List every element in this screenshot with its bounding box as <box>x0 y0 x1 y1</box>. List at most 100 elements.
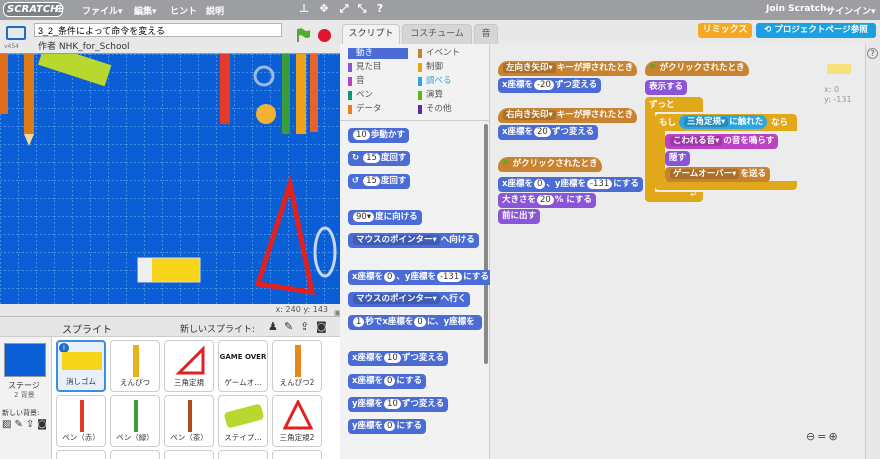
sprite-tile-row3-3[interactable] <box>164 450 214 459</box>
sprite-tile-pencil2[interactable]: えんぴつ2 <box>272 340 322 392</box>
category-operators[interactable]: 演算 <box>418 90 478 101</box>
zoom-controls: ⊖=⊕ <box>806 430 840 443</box>
category-pen[interactable]: ペン <box>348 90 408 101</box>
menu-hint[interactable]: ヒント <box>170 4 197 17</box>
script-area[interactable]: 左向き矢印▾ キーが押されたとき x座標を -20 ずつ変える 右向き矢印▾ キーが押さ… <box>490 44 865 459</box>
menu-about[interactable]: 説明 <box>206 4 224 17</box>
sprite-tile-red-pen[interactable]: ペン（赤） <box>56 395 106 447</box>
green-flag-icon: ⚑ <box>502 159 513 169</box>
join-scratch-link[interactable]: Join Scratch <box>766 4 827 14</box>
zoom-out-icon[interactable]: ⊖ <box>806 430 817 443</box>
stage-thumbnail[interactable] <box>4 343 46 377</box>
block-show[interactable]: 表示する <box>645 80 688 95</box>
remix-button[interactable]: リミックス <box>698 23 752 38</box>
fullscreen-icon[interactable] <box>6 26 26 40</box>
signin-link[interactable]: サインイン▾ <box>826 4 876 17</box>
palette-scrollbar[interactable] <box>484 124 488 364</box>
block-point-towards[interactable]: マウスのポインター▾ へ向ける <box>348 233 479 248</box>
tab-scripts[interactable]: スクリプト <box>342 24 400 44</box>
project-page-button[interactable]: ⟲ プロジェクトページ参照 <box>756 23 876 38</box>
category-sound[interactable]: 音 <box>348 76 408 87</box>
block-change-x[interactable]: x座標を 10 ずつ変える <box>348 351 449 366</box>
pencil-sprite-1 <box>0 54 8 114</box>
zoom-reset-icon[interactable]: = <box>817 430 828 443</box>
category-control[interactable]: 制御 <box>418 62 478 73</box>
hat-right-arrow-key[interactable]: 右向き矢印▾ キーが押されたとき <box>498 108 638 123</box>
touching-condition[interactable]: 三角定規▾ に触れた <box>679 115 768 129</box>
menu-bar: SCRATCH ⊕ ファイル▾ 編集▾ ヒント 説明 ⊥ ✥ ⤢ ⤡ ? Joi… <box>0 0 880 20</box>
backdrop-tools-icons[interactable]: ▨✎⇪◙ <box>2 419 50 430</box>
sprite-tile-pencil[interactable]: えんぴつ <box>110 340 160 392</box>
block-goto[interactable]: マウスのポインター▾ へ行く <box>348 292 471 307</box>
rotate-left-icon: ↺ <box>352 176 363 186</box>
block-goto-xy[interactable]: x座標を 0 、y座標を -131 にする <box>348 270 493 285</box>
sprite-tile-row3-1[interactable] <box>56 450 106 459</box>
paint-icon[interactable]: ✎ <box>284 320 293 333</box>
block-forever[interactable]: ずっと <box>645 97 703 112</box>
globe-icon[interactable]: ⊕ <box>54 3 66 15</box>
category-sensing[interactable]: 調べる <box>418 76 478 87</box>
block-turn-left[interactable]: ↺ 15 度回す <box>348 174 411 189</box>
sprite-tile-stapler[interactable]: ステイプ… <box>218 395 268 447</box>
stamp-icon[interactable]: ⊥ <box>298 3 310 15</box>
sprite-tile-row3-2[interactable] <box>110 450 160 459</box>
block-move-steps[interactable]: 10 歩動かす <box>348 128 409 143</box>
category-events[interactable]: イベント <box>418 48 478 59</box>
block-turn-right[interactable]: ↻ 15 度回す <box>348 151 411 166</box>
help-icon[interactable]: ? <box>374 3 386 15</box>
zoom-in-icon[interactable]: ⊕ <box>828 430 839 443</box>
category-looks[interactable]: 見た目 <box>348 62 408 73</box>
hat-green-flag-2[interactable]: ⚑ がクリックされたとき <box>645 61 749 76</box>
cut-icon[interactable]: ✥ <box>318 3 330 15</box>
project-page-label: プロジェクトページ参照 <box>774 25 868 35</box>
block-goto-xy-script[interactable]: x座標を 0 、y座標を -131 にする <box>498 177 643 192</box>
camera-icon[interactable]: ◙ <box>316 320 327 333</box>
sprite-tile-triangle2[interactable]: 三角定規2 <box>272 395 322 447</box>
grow-icon[interactable]: ⤢ <box>338 3 350 15</box>
editor-tabs: スクリプト コスチューム 音 リミックス ⟲ プロジェクトページ参照 <box>340 20 880 44</box>
block-glide[interactable]: 1 秒でx座標を 0 に、y座標を <box>348 315 482 330</box>
help-icon[interactable]: ? <box>867 48 878 59</box>
block-if[interactable]: もし 三角定規▾ に触れた なら <box>655 114 797 131</box>
block-hide[interactable]: 隠す <box>665 151 691 166</box>
category-motion[interactable]: 動き <box>348 48 408 59</box>
new-sprite-label: 新しいスプライト: <box>180 325 256 335</box>
sprite-tile-row3-5[interactable] <box>272 450 322 459</box>
green-pen-sprite <box>282 54 290 134</box>
forever-foot: ↵ <box>645 190 703 202</box>
sprite-tile-brown-pen[interactable]: ペン（茶） <box>164 395 214 447</box>
hat-left-arrow-key[interactable]: 左向き矢印▾ キーが押されたとき <box>498 61 638 76</box>
project-title-input[interactable] <box>34 23 282 37</box>
triangle-ruler-sprite <box>254 174 316 295</box>
tab-sounds[interactable]: 音 <box>474 24 498 44</box>
block-set-size[interactable]: 大きさを 20% にする <box>498 193 596 208</box>
green-flag-icon[interactable] <box>296 28 310 42</box>
stop-icon[interactable] <box>318 29 331 42</box>
block-change-x-20[interactable]: x座標を 20 ずつ変える <box>498 125 599 140</box>
sprite-tile-gameover[interactable]: GAME OVER ゲームオ… <box>218 340 268 392</box>
hat-green-flag-1[interactable]: ⚑ がクリックされたとき <box>498 157 602 172</box>
sprite-library-icon[interactable]: ♟ <box>268 320 278 333</box>
stage[interactable] <box>0 53 340 304</box>
category-more[interactable]: その他 <box>418 104 478 115</box>
sprite-tile-green-pen[interactable]: ペン（緑） <box>110 395 160 447</box>
category-data[interactable]: データ <box>348 104 408 115</box>
menu-file[interactable]: ファイル▾ <box>82 4 123 17</box>
sprite-tile-row3-4[interactable] <box>218 450 268 459</box>
upload-icon[interactable]: ⇪ <box>300 320 309 333</box>
sprite-tile-triangle[interactable]: 三角定規 <box>164 340 214 392</box>
stage-thumbnail-panel[interactable]: ステージ 2 背景 新しい背景: ▨✎⇪◙ <box>0 337 52 459</box>
shrink-icon[interactable]: ⤡ <box>356 3 368 15</box>
tab-costumes[interactable]: コスチューム <box>402 24 472 44</box>
block-point-direction[interactable]: 90▾ 度に向ける <box>348 210 422 225</box>
block-change-x-minus20[interactable]: x座標を -20 ずつ変える <box>498 78 602 93</box>
block-change-y[interactable]: y座標を 10 ずつ変える <box>348 397 449 412</box>
block-go-front[interactable]: 前に出す <box>498 209 541 224</box>
block-set-y[interactable]: y座標を 0 にする <box>348 419 427 434</box>
menu-edit[interactable]: 編集▾ <box>134 4 157 17</box>
block-play-sound[interactable]: こわれる音▾ の音を鳴らす <box>665 134 779 149</box>
sprite-pane-title: スプライト <box>62 325 112 336</box>
block-set-x[interactable]: x座標を 0 にする <box>348 374 426 389</box>
sprite-tile-eraser[interactable]: i 消しゴム <box>56 340 106 392</box>
block-broadcast[interactable]: ゲームオーバー▾ を送る <box>665 167 770 182</box>
